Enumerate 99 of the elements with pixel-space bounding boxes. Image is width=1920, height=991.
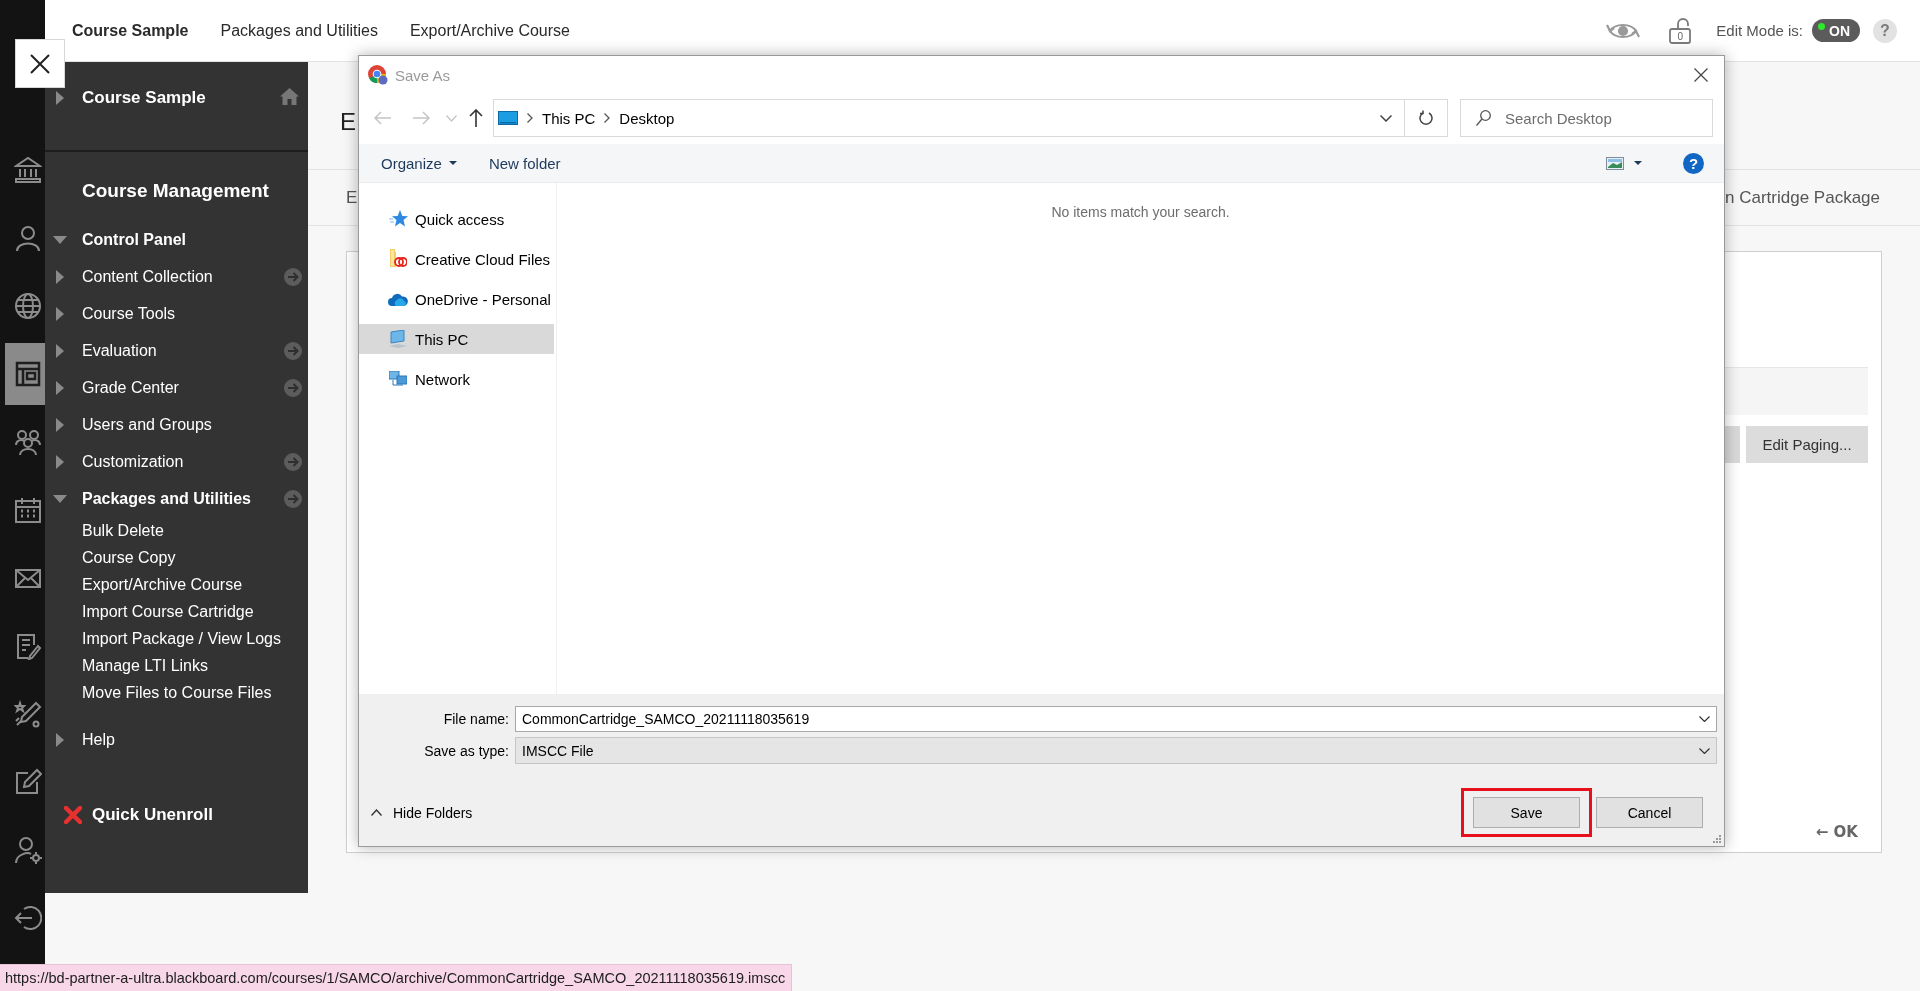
menu-link[interactable]: Packages and Utilities [82,489,251,508]
menu-link[interactable]: Course Copy [82,544,176,571]
edit-mode-toggle[interactable]: ON [1812,19,1860,42]
chevron-down-icon[interactable] [1699,716,1710,722]
chevron-right-icon[interactable] [527,113,533,123]
organize-menu-button[interactable]: Organize [381,154,457,172]
breadcrumb-link[interactable]: Course Sample [72,20,189,41]
cross-icon[interactable] [64,806,82,824]
tab-label[interactable]: n Cartridge Package [1725,187,1880,208]
lock-count: 0 [1676,30,1685,42]
menu-link[interactable]: Move Files to Course Files [82,679,272,706]
close-icon [30,53,50,74]
hide-folders-button[interactable]: Hide Folders [371,804,473,821]
view-picture-icon[interactable] [1606,156,1624,170]
address-bar[interactable]: This PC Desktop [493,99,1405,137]
section-title: Course Management [81,179,270,203]
menu-link[interactable]: Evaluation [82,341,157,360]
caret-right-icon[interactable] [56,91,64,105]
home-icon[interactable] [280,88,299,105]
monitor-icon [498,111,518,125]
close-button[interactable] [1694,68,1708,82]
lock-icon[interactable] [1668,17,1693,44]
field-label: File name: [442,711,509,727]
dialog-title: Save As [395,66,451,84]
caret-right-icon[interactable] [56,732,64,747]
people-icon[interactable] [14,428,42,456]
edit-mode-label: Edit Mode is: [1716,22,1803,39]
nav-item[interactable]: Network [359,364,554,394]
document-icon[interactable] [14,632,42,660]
file-name-field[interactable]: CommonCartridge_SAMCO_20211118035619 [515,706,1717,732]
nav-item[interactable]: This PC [359,324,554,354]
menu-link[interactable]: Users and Groups [82,415,212,434]
rail-tab[interactable] [5,343,45,405]
ok-link[interactable]: ← OK [1815,823,1858,841]
menu-link[interactable]: Bulk Delete [82,517,164,544]
menu-link[interactable]: Customization [82,452,184,471]
caret-right-icon[interactable] [56,454,64,469]
chevron-down-icon[interactable] [1380,114,1392,122]
caret-up-icon [371,809,382,816]
help-button[interactable]: ? [1683,152,1704,174]
menu-link[interactable]: Import Course Cartridge [82,598,254,625]
menu-link[interactable]: Import Package / View Logs [82,625,281,652]
chevron-down-icon[interactable] [1699,747,1710,754]
edit-paging-button[interactable]: Edit Paging... [1746,426,1868,463]
caret-right-icon[interactable] [56,380,64,395]
window-icon[interactable] [14,360,42,388]
edit-icon[interactable] [14,768,42,796]
resize-grip-icon[interactable] [1712,834,1721,843]
folder-icon [389,249,407,269]
dialog-button[interactable]: Cancel [1596,797,1703,828]
nav-item[interactable]: OneDrive - Personal [359,284,554,314]
caret-right-icon[interactable] [56,417,64,432]
nav-item[interactable]: Creative Cloud Files [359,244,554,274]
sign-out-icon[interactable] [14,904,42,932]
page-heading: E [340,108,356,135]
up-arrow-icon[interactable] [469,109,483,127]
menu-link[interactable]: Export/Archive Course [82,571,243,598]
field-label: Save as type: [423,742,509,759]
refresh-button[interactable] [1405,99,1448,137]
breadcrumb-link[interactable]: Export/Archive Course [409,20,570,41]
menu-link[interactable]: Help [82,730,115,749]
menu-link[interactable]: Grade Center [82,378,179,397]
globe-icon[interactable] [14,292,42,320]
pencil-icon[interactable] [14,700,42,728]
browser-logo-icon [368,65,388,85]
cloud-icon [388,292,408,306]
menu-link[interactable]: Content Collection [82,267,213,286]
caret-right-icon[interactable] [56,343,64,358]
person-icon[interactable] [14,224,42,252]
caret-right-icon[interactable] [56,269,64,284]
refresh-icon [1419,110,1433,126]
menu-link[interactable]: Course Tools [82,304,176,323]
star-icon [388,210,408,228]
status-bar-url: https://bd-partner-a-ultra.blackboard.com/courses/1/SAMCO/archive/CommonCartridge_SAMCO_20211118035619.imscc [0,964,793,991]
quick-unenroll-link[interactable]: Quick Unenroll [92,805,213,825]
tab-label[interactable]: E [346,187,358,208]
user-gear-icon[interactable] [14,836,42,864]
course-title-link[interactable]: Course Sample [82,86,206,110]
computer-icon [389,330,407,348]
close-icon [1694,68,1708,82]
path-segment[interactable]: Desktop [619,109,675,127]
empty-message: No items match your search. [1051,204,1230,222]
menu-link[interactable]: Control Panel [82,230,186,249]
path-segment[interactable]: This PC [542,109,596,127]
menu-link[interactable]: Manage LTI Links [82,652,208,679]
file-type-dropdown[interactable]: IMSCC File [515,737,1717,764]
caret-down-icon[interactable] [1634,161,1642,165]
new-folder-button[interactable]: New folder [488,154,561,172]
nav-item[interactable]: Quick access [359,204,554,234]
calendar-icon[interactable] [14,496,42,524]
caret-right-icon[interactable] [56,306,64,321]
search-icon [1476,110,1491,126]
search-field[interactable]: Search Desktop [1460,99,1713,137]
caret-down-icon [448,161,457,165]
breadcrumb-link[interactable]: Packages and Utilities [220,20,378,41]
network-icon [389,371,407,387]
dialog-button[interactable]: Save [1473,797,1580,828]
bank-icon[interactable] [14,156,42,184]
chevron-right-icon[interactable] [604,113,611,123]
